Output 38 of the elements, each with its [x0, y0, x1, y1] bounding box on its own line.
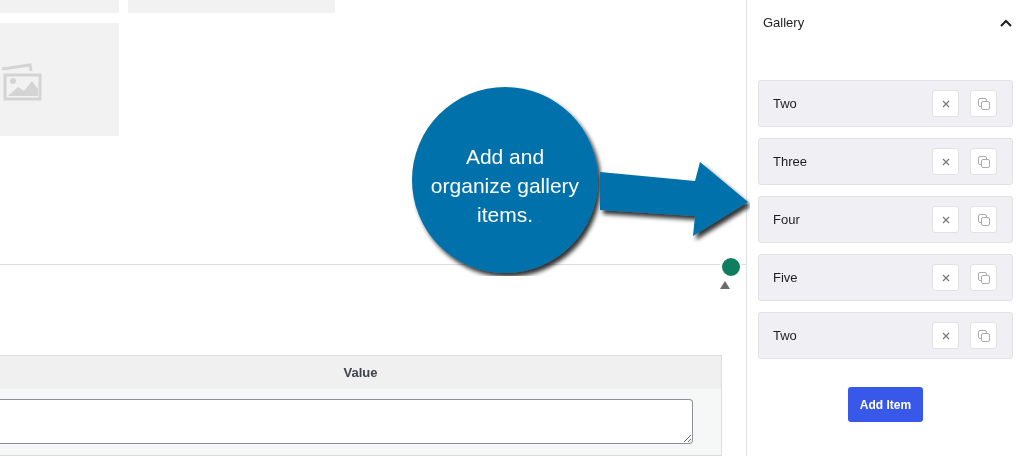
gallery-item[interactable]: Five [758, 254, 1013, 301]
gallery-item[interactable]: Three [758, 138, 1013, 185]
item-label: Two [773, 94, 798, 113]
close-icon [941, 273, 950, 282]
item-label: Two [773, 326, 798, 345]
copy-icon [977, 155, 990, 168]
status-badge [720, 256, 742, 278]
item-label: Four [773, 210, 801, 229]
close-icon [941, 331, 950, 340]
remove-button[interactable] [932, 90, 959, 117]
duplicate-button[interactable] [970, 90, 997, 117]
duplicate-button[interactable] [970, 264, 997, 291]
collapse-triangle-icon[interactable] [720, 281, 730, 289]
remove-button[interactable] [932, 264, 959, 291]
gallery-item[interactable]: Two [758, 80, 1013, 127]
copy-icon [977, 329, 990, 342]
remove-button[interactable] [932, 148, 959, 175]
close-icon [941, 99, 950, 108]
column-header: Value [343, 363, 378, 382]
remove-button[interactable] [932, 322, 959, 349]
copy-icon [977, 271, 990, 284]
value-textarea[interactable] [0, 399, 693, 444]
chevron-up-icon[interactable] [1000, 19, 1012, 27]
remove-button[interactable] [932, 206, 959, 233]
item-label: Three [773, 152, 808, 171]
gallery-item[interactable]: Two [758, 312, 1013, 359]
callout-text: Add and organize gallery items. [430, 144, 580, 228]
gallery-item[interactable]: Four [758, 196, 1013, 243]
close-icon [941, 157, 950, 166]
duplicate-button[interactable] [970, 322, 997, 349]
copy-icon [977, 213, 990, 226]
item-label: Five [773, 268, 799, 287]
close-icon [941, 215, 950, 224]
add-item-button[interactable]: Add Item [847, 387, 924, 422]
duplicate-button[interactable] [970, 206, 997, 233]
panel-title: Gallery [763, 14, 805, 33]
copy-icon [977, 97, 990, 110]
duplicate-button[interactable] [970, 148, 997, 175]
